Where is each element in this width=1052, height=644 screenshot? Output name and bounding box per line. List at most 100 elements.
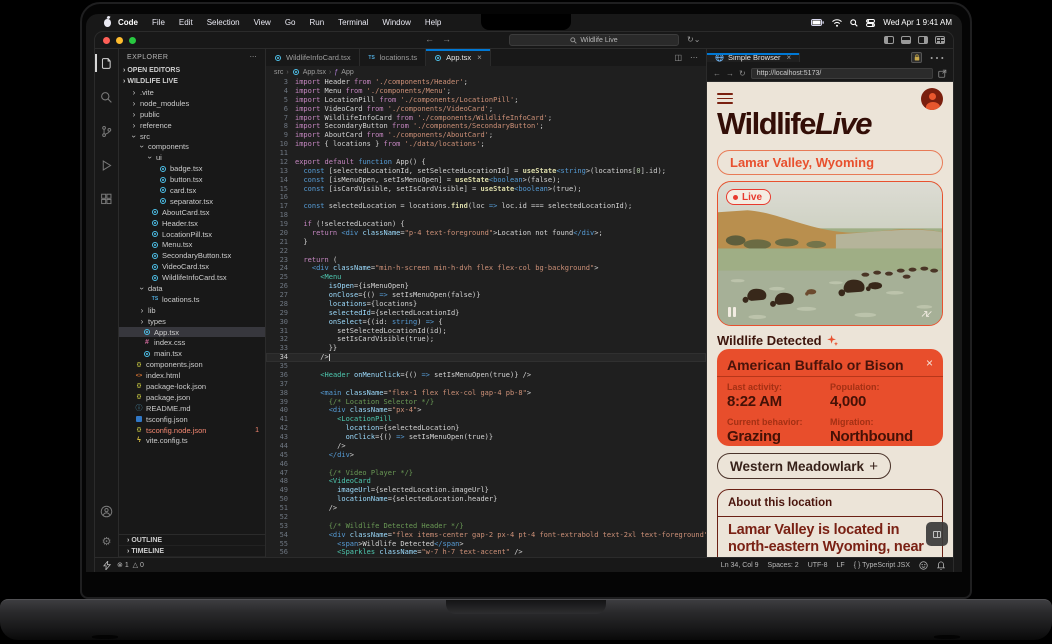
code-line-28[interactable]: 28 locations={locations} [266,300,706,309]
code-line-36[interactable]: 36 <Header onMenuClick={() => setIsMenuO… [266,371,706,380]
code-line-37[interactable]: 37 [266,380,706,389]
tab-App.tsx[interactable]: App.tsx× [426,49,491,66]
code-line-25[interactable]: 25 <Menu [266,273,706,282]
lock-icon[interactable] [911,52,922,63]
tab-locations.ts[interactable]: TSlocations.ts [360,49,427,66]
vscode-titlebar[interactable]: ←→ Wildlife Live ↻⌄ [95,32,953,49]
outline-section[interactable]: › OUTLINE [119,535,265,546]
back-icon[interactable]: ← [713,69,721,78]
code-line-7[interactable]: 7import WildlifeInfoCard from './compone… [266,114,706,123]
minimize-window-button[interactable] [116,37,123,44]
code-line-5[interactable]: 5import LocationPill from './components/… [266,96,706,105]
code-line-19[interactable]: 19 if (!selectedLocation) { [266,220,706,229]
tree-file-locations.ts[interactable]: TSlocations.ts [119,294,265,305]
tree-file-package-lock.json[interactable]: {}package-lock.json [119,381,265,392]
code-line-24[interactable]: 24 <div className="min-h-screen min-h-dv… [266,264,706,273]
code-line-39[interactable]: 39 {/* Location Selector */} [266,398,706,407]
tree-folder-src[interactable]: ›src [119,131,265,142]
tree-folder-types[interactable]: ›types [119,316,265,327]
tree-file-card.tsx[interactable]: card.tsx [119,185,265,196]
tree-file-index.html[interactable]: <>index.html [119,370,265,381]
run-debug-icon[interactable] [95,155,119,175]
tree-file-LocationPill.tsx[interactable]: LocationPill.tsx [119,229,265,240]
tree-folder-ui[interactable]: ›ui [119,152,265,163]
tree-file-components.json[interactable]: {}components.json [119,359,265,370]
menu-item-terminal[interactable]: Terminal [331,18,375,27]
menu-item-window[interactable]: Window [375,18,417,27]
breadcrumb[interactable]: src›App.tsx›ƒApp [266,66,706,78]
breadcrumb-item[interactable]: App [341,69,353,76]
expand-icon[interactable]: ↗↙ [920,310,933,320]
menu-item-view[interactable]: View [247,18,278,27]
toggle-panel-icon[interactable] [901,36,911,44]
tree-file-AboutCard.tsx[interactable]: AboutCard.tsx [119,207,265,218]
source-control-icon[interactable] [95,121,119,141]
code-line-9[interactable]: 9import AboutCard from './components/Abo… [266,131,706,140]
status-lf[interactable]: LF [837,562,845,569]
code-editor[interactable]: 3import Header from './components/Header… [266,78,706,557]
explorer-icon[interactable] [95,53,119,73]
code-line-46[interactable]: 46 [266,460,706,469]
tree-file-vite.config.ts[interactable]: ϟvite.config.ts [119,436,265,447]
tree-file-SecondaryButton.tsx[interactable]: SecondaryButton.tsx [119,250,265,261]
apple-menu-icon[interactable] [104,19,111,27]
code-line-31[interactable]: 31 setSelectedLocationId(id); [266,327,706,336]
tree-file-main.tsx[interactable]: main.tsx [119,348,265,359]
code-line-14[interactable]: 14 const [isMenuOpen, setIsMenuOpen] = u… [266,176,706,185]
reload-icon[interactable]: ↻ [739,69,746,78]
zoom-window-button[interactable] [129,37,136,44]
pause-button[interactable] [728,307,736,317]
extensions-icon[interactable] [95,189,119,209]
refresh-dropdown-icon[interactable]: ↻⌄ [687,35,700,44]
code-line-32[interactable]: 32 setIsCardVisible(true); [266,335,706,344]
code-line-35[interactable]: 35 [266,362,706,371]
tree-folder-data[interactable]: ›data [119,283,265,294]
remote-indicator-icon[interactable] [103,561,111,570]
code-line-45[interactable]: 45 </div> [266,451,706,460]
code-line-40[interactable]: 40 <div className="px-4"> [266,406,706,415]
menu-item-go[interactable]: Go [278,18,303,27]
open-external-icon[interactable] [938,69,947,78]
code-line-8[interactable]: 8import SecondaryButton from './componen… [266,122,706,131]
status-spaces-2[interactable]: Spaces: 2 [768,562,799,569]
code-line-53[interactable]: 53 {/* Wildlife Detected Header */} [266,522,706,531]
code-line-43[interactable]: 43 onClick={() => setIsMenuOpen(true)} [266,433,706,442]
tree-file-VideoCard.tsx[interactable]: VideoCard.tsx [119,261,265,272]
code-line-48[interactable]: 48 <VideoCard [266,477,706,486]
tab-simple-browser[interactable]: Simple Browser × [707,53,800,62]
live-video-card[interactable]: Live ↗↙ [717,181,943,326]
code-line-27[interactable]: 27 onClose={() => setIsMenuOpen(false)} [266,291,706,300]
tree-file-button.tsx[interactable]: button.tsx [119,174,265,185]
forward-icon[interactable]: → [726,69,734,78]
tree-file-Menu.tsx[interactable]: Menu.tsx [119,239,265,250]
avatar[interactable] [921,88,943,110]
split-editor-icon[interactable]: ◫ [674,53,682,62]
code-line-18[interactable]: 18 [266,211,706,220]
tree-file-tsconfig.json[interactable]: tsconfig.json [119,414,265,425]
tree-folder-.vite[interactable]: ›.vite [119,87,265,98]
location-pill-button[interactable]: Lamar Valley, Wyoming [717,150,943,175]
tab-WildlifeInfoCard.tsx[interactable]: WildlifeInfoCard.tsx [266,49,360,66]
menu-item-run[interactable]: Run [302,18,331,27]
status-ln-34-col-9[interactable]: Ln 34, Col 9 [721,562,759,569]
close-icon[interactable]: × [477,53,482,62]
code-line-44[interactable]: 44 /> [266,442,706,451]
code-line-38[interactable]: 38 <main className="flex-1 flex flex-col… [266,389,706,398]
code-line-6[interactable]: 6import VideoCard from './components/Vid… [266,105,706,114]
floating-layout-button[interactable] [926,522,948,546]
code-line-12[interactable]: 12export default function App() { [266,158,706,167]
code-line-17[interactable]: 17 const selectedLocation = locations.fi… [266,202,706,211]
open-editors-section[interactable]: › OPEN EDITORS [119,65,265,76]
search-icon[interactable] [95,87,119,107]
code-line-23[interactable]: 23 return ( [266,256,706,265]
code-line-4[interactable]: 4import Menu from './components/Menu'; [266,87,706,96]
explorer-more-actions-icon[interactable]: ⋯ [250,53,257,61]
menu-item-help[interactable]: Help [418,18,448,27]
tree-folder-public[interactable]: ›public [119,109,265,120]
account-icon[interactable] [95,501,119,521]
code-line-41[interactable]: 41 <LocationPill [266,415,706,424]
code-line-29[interactable]: 29 selectedId={selectedLocationId} [266,309,706,318]
control-center-icon[interactable] [866,19,875,27]
status-utf-8[interactable]: UTF-8 [808,562,828,569]
close-icon[interactable]: × [787,53,792,62]
